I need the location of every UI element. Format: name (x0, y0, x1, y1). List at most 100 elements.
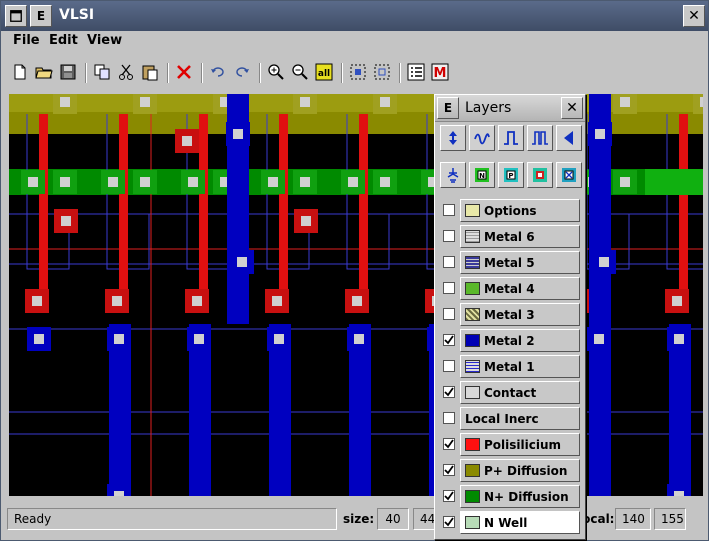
layer-name: Metal 1 (484, 360, 535, 374)
layer-button[interactable]: Metal 2 (460, 329, 580, 352)
layer-button[interactable]: N+ Diffusion (460, 485, 580, 508)
well-letter: N (479, 172, 485, 180)
macro-icon[interactable]: M (429, 61, 451, 83)
poly-contact (672, 296, 682, 306)
layer-row-metal-1: Metal 1 (441, 355, 581, 379)
layer-visibility-checkbox[interactable] (443, 360, 455, 372)
menu-view[interactable]: View (87, 33, 122, 48)
layer-swatch-icon (465, 282, 480, 295)
layer-visibility-checkbox[interactable] (443, 516, 455, 528)
up-down-arrow-icon[interactable] (440, 125, 466, 151)
menu-bar: File Edit View (1, 31, 708, 53)
poly-contact (192, 296, 202, 306)
poly-strip (119, 114, 128, 304)
layout-canvas[interactable] (9, 94, 703, 496)
poly-strip (199, 114, 208, 304)
layers-e-button[interactable]: E (437, 97, 459, 119)
pulse-icon[interactable] (498, 125, 524, 151)
layer-button[interactable]: Polisilicium (460, 433, 580, 456)
open-folder-icon[interactable] (33, 61, 55, 83)
select-icon[interactable] (347, 61, 369, 83)
save-icon[interactable] (57, 61, 79, 83)
layer-button[interactable]: Metal 6 (460, 225, 580, 248)
layer-swatch-icon (465, 516, 480, 529)
layer-visibility-checkbox[interactable] (443, 464, 455, 476)
layer-visibility-checkbox[interactable] (443, 334, 455, 346)
well-letter: P (508, 172, 513, 180)
layer-name: Metal 3 (484, 308, 535, 322)
toolbar: all M (1, 57, 708, 89)
layer-button[interactable]: P+ Diffusion (460, 459, 580, 482)
metal2-contact (674, 334, 684, 344)
paste-icon[interactable] (139, 61, 161, 83)
layer-visibility-checkbox[interactable] (443, 230, 455, 242)
wave-icon[interactable] (469, 125, 495, 151)
local-x-value: 140 (615, 508, 651, 530)
double-pulse-icon[interactable] (527, 125, 553, 151)
layer-button[interactable]: Metal 1 (460, 355, 580, 378)
window-close-button[interactable]: ✕ (683, 5, 705, 27)
layer-visibility-checkbox[interactable] (443, 386, 455, 398)
n-diffusion-contact (140, 177, 150, 187)
metal2-contact (274, 334, 284, 344)
list-icon[interactable] (405, 61, 427, 83)
title-e-button[interactable]: E (30, 5, 52, 27)
layer-button[interactable]: Metal 5 (460, 251, 580, 274)
layer-swatch-icon (465, 360, 480, 373)
deselect-icon[interactable] (371, 61, 393, 83)
layers-panel: E Layers ✕ N P Options Metal 6 Metal 5 Metal… (434, 94, 586, 540)
status-bar: Ready size: 40 44 local: 140 155 (1, 505, 708, 535)
layer-visibility-checkbox[interactable] (443, 308, 455, 320)
left-triangle-icon[interactable] (556, 125, 582, 151)
layer-visibility-checkbox[interactable] (443, 412, 455, 424)
new-file-icon[interactable] (9, 61, 31, 83)
layers-title: Layers (465, 100, 512, 116)
layer-visibility-checkbox[interactable] (443, 282, 455, 294)
poly-strip (39, 114, 48, 304)
toolbar-separator (341, 63, 343, 83)
layer-swatch-icon (465, 464, 480, 477)
layer-visibility-checkbox[interactable] (443, 490, 455, 502)
vlsi-layout-drawing[interactable] (9, 94, 703, 496)
zoom-all-label: all (318, 69, 330, 79)
n-well-icon[interactable]: N (469, 162, 495, 188)
contact-icon[interactable] (527, 162, 553, 188)
layer-button[interactable]: Contact (460, 381, 580, 404)
layers-title-bar: E Layers ✕ (435, 95, 585, 122)
copy-icon[interactable] (91, 61, 113, 83)
layer-button[interactable]: Metal 4 (460, 277, 580, 300)
layer-button[interactable]: Options (460, 199, 580, 222)
poly-strip (359, 114, 368, 304)
layer-button[interactable]: Metal 3 (460, 303, 580, 326)
status-message: Ready (7, 508, 337, 530)
cross-contact-icon[interactable] (556, 162, 582, 188)
p-diffusion-contact (140, 97, 150, 107)
layer-visibility-checkbox[interactable] (443, 204, 455, 216)
n-diffusion-contact (300, 177, 310, 187)
zoom-all-icon[interactable]: all (313, 61, 335, 83)
vlsi-window: E VLSI ✕ File Edit View all M Ready size… (0, 0, 709, 541)
layer-button[interactable]: N Well (460, 511, 580, 534)
transistor-icon[interactable] (440, 162, 466, 188)
layer-row-metal-4: Metal 4 (441, 277, 581, 301)
size-width-value: 40 (377, 508, 409, 530)
layer-button[interactable]: Local Inerc (460, 407, 580, 430)
layer-visibility-checkbox[interactable] (443, 438, 455, 450)
redo-icon[interactable] (231, 61, 253, 83)
layer-name: Polisilicium (484, 438, 562, 452)
metal2-contact (594, 334, 604, 344)
zoom-in-icon[interactable] (265, 61, 287, 83)
layers-close-button[interactable]: ✕ (561, 97, 583, 119)
menu-edit[interactable]: Edit (49, 33, 78, 48)
menu-file[interactable]: File (13, 33, 40, 48)
window-menu-icon[interactable] (5, 5, 27, 27)
delete-icon[interactable] (173, 61, 195, 83)
undo-icon[interactable] (207, 61, 229, 83)
poly-strip (279, 114, 288, 304)
p-diffusion-contact (700, 97, 703, 107)
layer-visibility-checkbox[interactable] (443, 256, 455, 268)
p-well-icon[interactable]: P (498, 162, 524, 188)
layer-row-metal-6: Metal 6 (441, 225, 581, 249)
zoom-out-icon[interactable] (289, 61, 311, 83)
cut-icon[interactable] (115, 61, 137, 83)
